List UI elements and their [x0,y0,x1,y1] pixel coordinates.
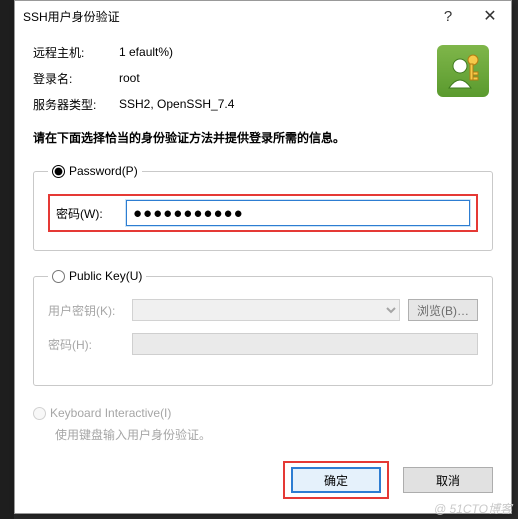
login-label: 登录名: [33,70,119,87]
host-label: 远程主机: [33,44,119,61]
host-value: 1 efault%) [119,45,173,59]
user-key-icon [437,45,489,97]
close-icon[interactable]: ✕ [469,2,511,30]
browse-button: 浏览(B)… [408,299,478,321]
keyboard-interactive-row: Keyboard Interactive(I) [33,406,493,420]
keyboard-desc: 使用键盘输入用户身份验证。 [55,426,493,443]
help-icon[interactable]: ? [427,2,469,30]
instruction-text: 请在下面选择恰当的身份验证方法并提供登录所需的信息。 [33,129,493,146]
info-login: 登录名: root [33,67,493,89]
password-input[interactable] [126,200,470,226]
ok-button[interactable]: 确定 [291,467,381,493]
keyboard-legend-text: Keyboard Interactive(I) [50,406,171,420]
server-label: 服务器类型: [33,96,119,113]
password-label: 密码(W): [56,205,126,222]
password-radio-label[interactable]: Password(P) [52,164,138,178]
publickey-radio-label[interactable]: Public Key(U) [52,269,142,283]
cancel-button[interactable]: 取消 [403,467,493,493]
ok-highlight: 确定 [283,461,389,499]
login-value: root [119,71,140,85]
titlebar: SSH用户身份验证 ? ✕ [15,1,511,31]
pk-password-label: 密码(H): [48,336,132,353]
password-radio[interactable] [52,165,65,178]
password-highlight: 密码(W): [48,194,478,232]
dialog-buttons: 确定 取消 [283,461,493,499]
window-title: SSH用户身份验证 [23,8,427,25]
publickey-radio[interactable] [52,270,65,283]
info-server: 服务器类型: SSH2, OpenSSH_7.4 [33,93,493,115]
publickey-group: Public Key(U) 用户密钥(K): 浏览(B)… 密码(H): [33,269,493,386]
password-group: Password(P) 密码(W): [33,164,493,251]
info-host: 远程主机: 1 efault%) [33,41,493,63]
publickey-legend-text: Public Key(U) [69,269,142,283]
ssh-auth-dialog: SSH用户身份验证 ? ✕ 远程主机: 1 efault%) 登录名: root… [14,0,512,514]
keyboard-radio [33,407,46,420]
watermark: @ 51CTO博客 [434,500,512,517]
server-value: SSH2, OpenSSH_7.4 [119,97,234,111]
userkey-select [132,299,400,321]
pk-password-input [132,333,478,355]
password-legend-text: Password(P) [69,164,138,178]
userkey-label: 用户密钥(K): [48,302,132,319]
